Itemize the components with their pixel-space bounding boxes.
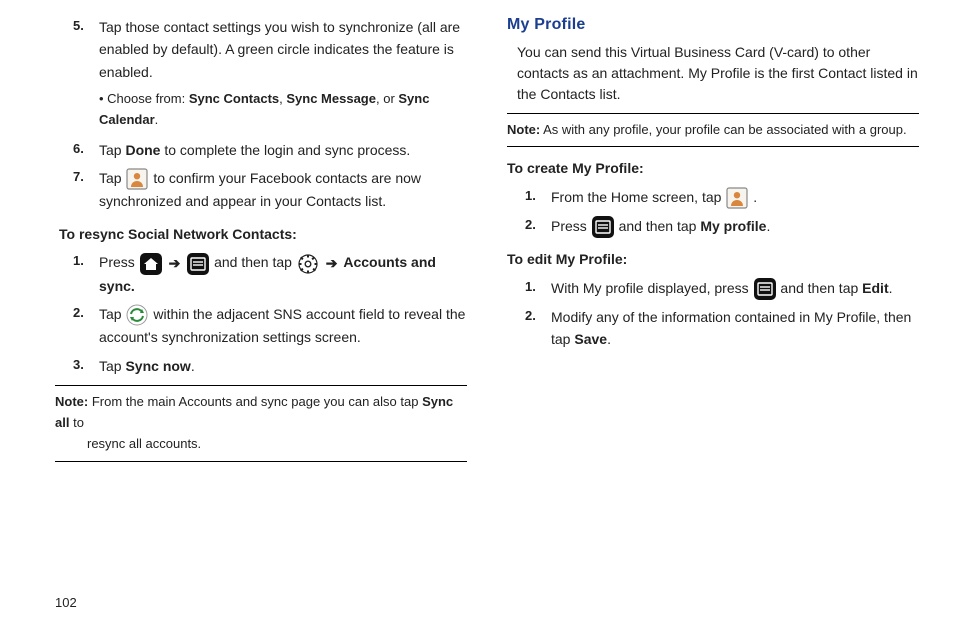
note-sync-all: Note: From the main Accounts and sync pa…: [55, 390, 467, 456]
step-number: 3.: [73, 355, 99, 377]
edit-step-1: 1. With My profile displayed, press and …: [525, 277, 919, 300]
edit-label: Edit: [862, 280, 888, 296]
step-5: 5. Tap those contact settings you wish t…: [73, 16, 467, 83]
resync-step-1: 1. Press ➔ and then tap ➔ Accounts and s…: [73, 251, 467, 297]
menu-icon: [592, 216, 614, 238]
edit-step-2: 2. Modify any of the information contain…: [525, 306, 919, 351]
step-text: Press ➔ and then tap ➔ Accounts and sync…: [99, 251, 467, 297]
bullet-prefix: Choose from:: [107, 91, 189, 106]
step-number: 1.: [73, 251, 99, 297]
step-number: 2.: [73, 303, 99, 349]
done-label: Done: [125, 142, 160, 158]
gear-icon: [297, 253, 319, 275]
divider: [55, 461, 467, 462]
divider: [507, 146, 919, 147]
home-icon: [140, 253, 162, 275]
step-text: Tap within the adjacent SNS account fiel…: [99, 303, 467, 349]
create-step-2: 2. Press and then tap My profile.: [525, 215, 919, 238]
step-text: From the Home screen, tap .: [551, 186, 919, 209]
step-number: 6.: [73, 139, 99, 161]
step-number: 2.: [525, 215, 551, 238]
step-text: Press and then tap My profile.: [551, 215, 919, 238]
menu-icon: [187, 253, 209, 275]
arrow-icon: ➔: [326, 252, 338, 274]
note-label: Note:: [507, 122, 540, 137]
opt-sync-message: Sync Message: [286, 91, 376, 106]
step-text: Tap Done to complete the login and sync …: [99, 139, 467, 161]
step-number: 2.: [525, 306, 551, 351]
step-number: 5.: [73, 16, 99, 83]
bullet-choose-from: Choose from: Sync Contacts, Sync Message…: [99, 89, 467, 131]
step-text: Tap Sync now.: [99, 355, 467, 377]
step-text: With My profile displayed, press and the…: [551, 277, 919, 300]
arrow-icon: ➔: [169, 252, 181, 274]
step-text: Tap those contact settings you wish to s…: [99, 16, 467, 83]
step-text: Tap to confirm your Facebook contacts ar…: [99, 167, 467, 213]
my-profile-label: My profile: [700, 218, 766, 234]
manual-page: 5. Tap those contact settings you wish t…: [0, 0, 954, 482]
step-6: 6. Tap Done to complete the login and sy…: [73, 139, 467, 161]
edit-profile-heading: To edit My Profile:: [507, 248, 919, 270]
divider: [507, 113, 919, 114]
step-number: 1.: [525, 186, 551, 209]
step-number: 7.: [73, 167, 99, 213]
sync-now-label: Sync now: [125, 358, 190, 374]
resync-step-2: 2. Tap within the adjacent SNS account f…: [73, 303, 467, 349]
divider: [55, 385, 467, 386]
menu-icon: [754, 278, 776, 300]
opt-sync-contacts: Sync Contacts: [189, 91, 279, 106]
create-profile-heading: To create My Profile:: [507, 157, 919, 179]
save-label: Save: [574, 331, 607, 347]
step-7: 7. Tap to confirm your Facebook contacts…: [73, 167, 467, 213]
my-profile-intro: You can send this Virtual Business Card …: [517, 42, 919, 105]
resync-heading: To resync Social Network Contacts:: [59, 223, 467, 245]
resync-step-3: 3. Tap Sync now.: [73, 355, 467, 377]
note-profile-group: Note: As with any profile, your profile …: [507, 118, 919, 143]
contacts-icon: [726, 187, 748, 209]
page-number: 102: [55, 595, 77, 610]
left-column: 5. Tap those contact settings you wish t…: [55, 12, 467, 472]
right-column: My Profile You can send this Virtual Bus…: [507, 12, 919, 472]
note-continuation: resync all accounts.: [87, 434, 467, 455]
note-label: Note:: [55, 394, 88, 409]
contacts-icon: [126, 168, 148, 190]
step-text: Modify any of the information contained …: [551, 306, 919, 351]
sync-icon: [126, 304, 148, 326]
my-profile-title: My Profile: [507, 12, 919, 38]
create-step-1: 1. From the Home screen, tap .: [525, 186, 919, 209]
step-number: 1.: [525, 277, 551, 300]
